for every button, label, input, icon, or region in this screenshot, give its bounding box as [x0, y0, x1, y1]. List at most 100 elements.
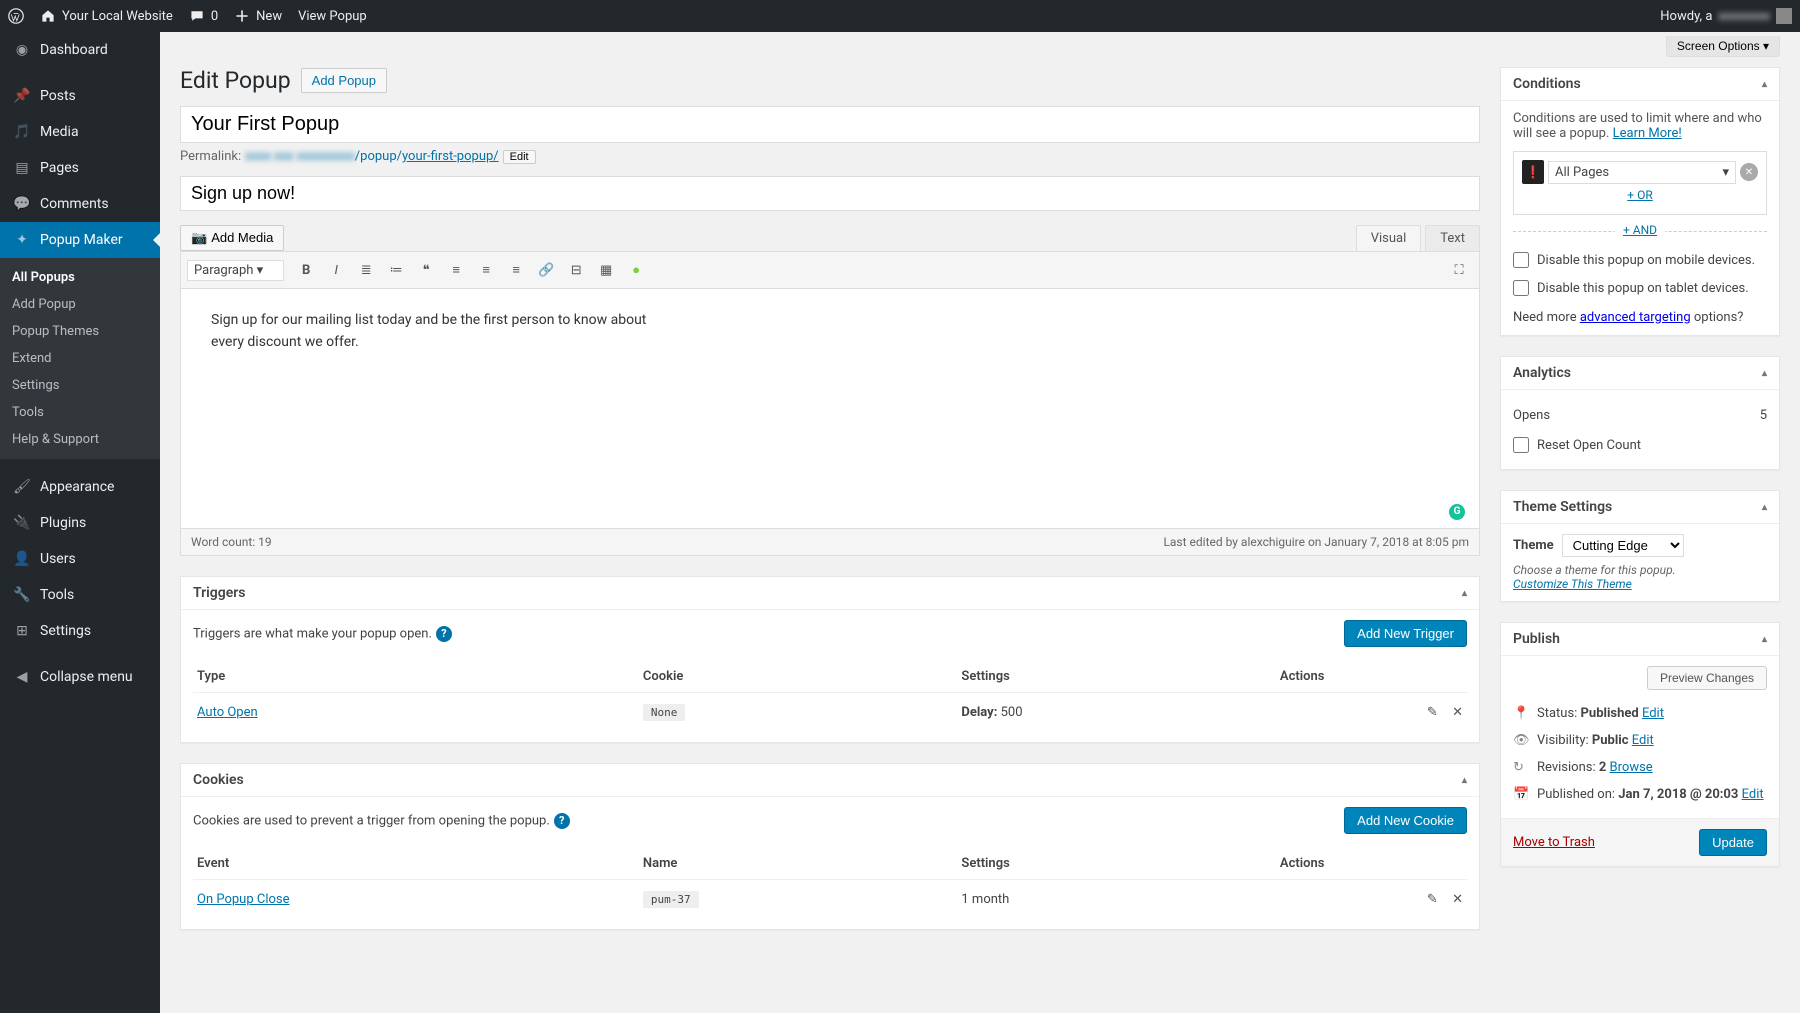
- menu-settings[interactable]: ⊞Settings: [0, 613, 160, 649]
- disable-mobile-checkbox[interactable]: [1513, 252, 1529, 268]
- disable-mobile-row[interactable]: Disable this popup on mobile devices.: [1513, 246, 1767, 274]
- add-media-button[interactable]: 📷Add Media: [180, 225, 284, 251]
- menu-label: Collapse menu: [40, 669, 133, 685]
- submenu-help[interactable]: Help & Support: [0, 426, 160, 453]
- tab-visual[interactable]: Visual: [1356, 225, 1422, 251]
- help-icon[interactable]: ?: [436, 626, 452, 642]
- grammarly-icon[interactable]: G: [1449, 504, 1465, 520]
- disable-tablet-checkbox[interactable]: [1513, 280, 1529, 296]
- popup-title-input[interactable]: [180, 106, 1480, 143]
- menu-tools[interactable]: 🔧Tools: [0, 577, 160, 613]
- color-button[interactable]: ●: [622, 256, 650, 284]
- customize-theme-link[interactable]: Customize This Theme: [1513, 577, 1632, 591]
- permalink-link[interactable]: xxxx xxx xxxxxxxxx/popup/your-first-popu…: [245, 149, 499, 164]
- theme-header[interactable]: Theme Settings ▴: [1501, 491, 1779, 524]
- menu-pages[interactable]: ▤Pages: [0, 150, 160, 186]
- align-center-button[interactable]: ≡: [472, 256, 500, 284]
- ul-button[interactable]: ≣: [352, 256, 380, 284]
- not-toggle[interactable]: ❗: [1522, 160, 1544, 184]
- add-popup-button[interactable]: Add Popup: [301, 68, 387, 93]
- more-button[interactable]: ⊟: [562, 256, 590, 284]
- format-select[interactable]: Paragraph ▾: [187, 260, 284, 281]
- menu-plugins[interactable]: 🔌Plugins: [0, 505, 160, 541]
- fullscreen-button[interactable]: ⛶: [1445, 256, 1473, 284]
- menu-users[interactable]: 👤Users: [0, 541, 160, 577]
- add-cookie-button[interactable]: Add New Cookie: [1344, 807, 1467, 834]
- editor-body[interactable]: Sign up for our mailing list today and b…: [180, 289, 1480, 529]
- new-link[interactable]: New: [234, 8, 282, 24]
- edit-icon[interactable]: ✎: [1420, 892, 1438, 907]
- help-icon[interactable]: ?: [554, 813, 570, 829]
- italic-button[interactable]: I: [322, 256, 350, 284]
- submenu-popup-themes[interactable]: Popup Themes: [0, 318, 160, 345]
- submenu-all-popups[interactable]: All Popups: [0, 264, 160, 291]
- editor-content: Sign up for our mailing list today and b…: [211, 309, 651, 354]
- reset-open-checkbox[interactable]: [1513, 437, 1529, 453]
- cookie-event-link[interactable]: On Popup Close: [197, 892, 290, 907]
- edit-visibility-link[interactable]: Edit: [1632, 733, 1654, 748]
- publish-panel: Publish ▴ Preview Changes 📍Status: Publi…: [1500, 622, 1780, 867]
- bold-button[interactable]: B: [292, 256, 320, 284]
- menu-media[interactable]: 🎵Media: [0, 114, 160, 150]
- move-to-trash-link[interactable]: Move to Trash: [1513, 835, 1595, 850]
- edit-status-link[interactable]: Edit: [1642, 706, 1664, 721]
- condition-value: All Pages: [1555, 165, 1609, 180]
- toolbar-toggle-button[interactable]: ▦: [592, 256, 620, 284]
- add-or-button[interactable]: + OR: [1522, 184, 1758, 206]
- menu-appearance[interactable]: 🖌Appearance: [0, 469, 160, 505]
- submenu-tools[interactable]: Tools: [0, 399, 160, 426]
- delete-icon[interactable]: ✕: [1445, 892, 1463, 907]
- menu-comments[interactable]: 💬Comments: [0, 186, 160, 222]
- trigger-type-link[interactable]: Auto Open: [197, 705, 258, 720]
- quote-button[interactable]: ❝: [412, 256, 440, 284]
- link-button[interactable]: 🔗: [532, 256, 560, 284]
- collapse-menu[interactable]: ◀Collapse menu: [0, 659, 160, 695]
- remove-condition-button[interactable]: ✕: [1740, 163, 1758, 181]
- menu-label: Dashboard: [40, 42, 108, 58]
- wp-logo[interactable]: [8, 8, 24, 24]
- delete-icon[interactable]: ✕: [1445, 705, 1463, 720]
- submenu-add-popup[interactable]: Add Popup: [0, 291, 160, 318]
- browse-revisions-link[interactable]: Browse: [1610, 760, 1653, 775]
- cookies-header[interactable]: Cookies ▴: [181, 764, 1479, 797]
- popup-subtitle-input[interactable]: [180, 176, 1480, 211]
- theme-select[interactable]: Cutting Edge: [1562, 534, 1684, 557]
- add-and-button[interactable]: + AND: [1615, 223, 1665, 237]
- preview-changes-button[interactable]: Preview Changes: [1647, 666, 1767, 690]
- menu-dashboard[interactable]: ◉Dashboard: [0, 32, 160, 68]
- theme-panel: Theme Settings ▴ Theme Cutting Edge Choo…: [1500, 490, 1780, 602]
- tab-text[interactable]: Text: [1425, 225, 1480, 251]
- triggers-header[interactable]: Triggers ▴: [181, 577, 1479, 610]
- edit-date-link[interactable]: Edit: [1742, 787, 1764, 802]
- condition-select[interactable]: All Pages: [1548, 161, 1736, 184]
- trigger-row: Auto Open None Delay: 500 ✎ ✕: [193, 693, 1467, 733]
- conditions-header[interactable]: Conditions ▴: [1501, 68, 1779, 101]
- publish-header[interactable]: Publish ▴: [1501, 623, 1779, 656]
- disable-tablet-row[interactable]: Disable this popup on tablet devices.: [1513, 274, 1767, 302]
- submenu-settings[interactable]: Settings: [0, 372, 160, 399]
- submenu-extend[interactable]: Extend: [0, 345, 160, 372]
- site-home[interactable]: Your Local Website: [40, 8, 173, 24]
- media-icon: 📷: [191, 230, 207, 246]
- menu-posts[interactable]: 📌Posts: [0, 78, 160, 114]
- need-more-1: Need more: [1513, 310, 1580, 325]
- advanced-targeting-link[interactable]: advanced targeting: [1580, 310, 1691, 325]
- reset-open-row[interactable]: Reset Open Count: [1513, 431, 1767, 459]
- update-button[interactable]: Update: [1699, 829, 1767, 856]
- howdy-account[interactable]: Howdy, axxxxxxxx: [1660, 8, 1792, 24]
- edit-icon[interactable]: ✎: [1420, 705, 1438, 720]
- menu-popup-maker[interactable]: ✦Popup Maker: [0, 222, 160, 258]
- align-left-button[interactable]: ≡: [442, 256, 470, 284]
- screen-options-button[interactable]: Screen Options ▾: [1666, 36, 1780, 57]
- cookie-row: On Popup Close pum-37 1 month ✎ ✕: [193, 880, 1467, 920]
- view-popup-link[interactable]: View Popup: [298, 9, 367, 24]
- edit-slug-button[interactable]: Edit: [503, 150, 536, 164]
- align-right-button[interactable]: ≡: [502, 256, 530, 284]
- tools-icon: 🔧: [12, 585, 32, 605]
- learn-more-link[interactable]: Learn More!: [1613, 126, 1682, 141]
- comments-link[interactable]: 0: [189, 8, 218, 24]
- analytics-header[interactable]: Analytics ▴: [1501, 357, 1779, 390]
- cookie-name-pill: pum-37: [643, 891, 699, 908]
- ol-button[interactable]: ≔: [382, 256, 410, 284]
- add-trigger-button[interactable]: Add New Trigger: [1344, 620, 1467, 647]
